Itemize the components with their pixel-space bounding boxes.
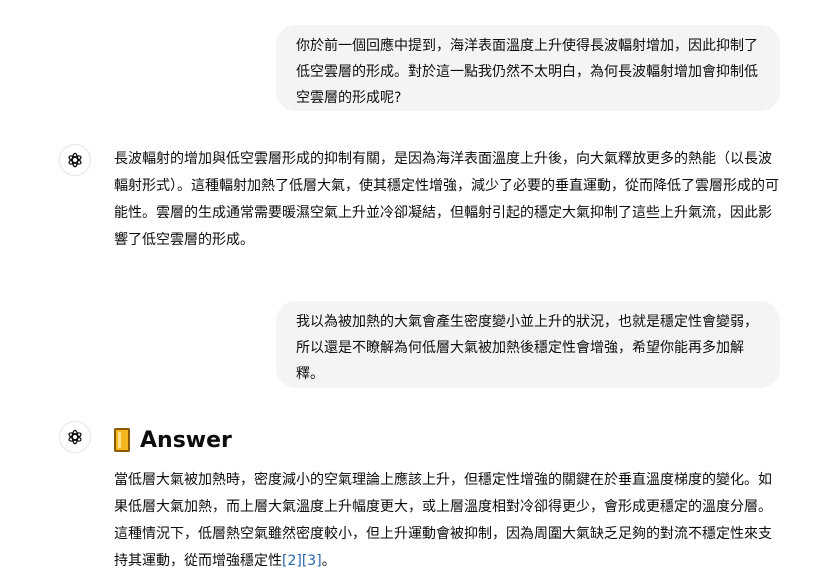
answer-heading: Answer bbox=[114, 422, 232, 458]
assistant-message-text: 當低層大氣被加熱時，密度減小的空氣理論上應該上升，但穩定性增強的關鍵在於垂直溫度… bbox=[114, 472, 772, 569]
assistant-avatar bbox=[59, 144, 91, 176]
citation-link[interactable]: [2] bbox=[282, 553, 302, 569]
openai-logo-icon bbox=[68, 152, 82, 168]
answer-heading-title: Answer bbox=[140, 427, 232, 453]
openai-logo-icon bbox=[68, 429, 82, 445]
yellow-book-icon bbox=[114, 428, 130, 452]
assistant-message: 長波輻射的增加與低空雲層形成的抑制有關，是因為海洋表面溫度上升後，向大氣釋放更多… bbox=[114, 146, 784, 254]
user-message-bubble: 你於前一個回應中提到，海洋表面溫度上升使得長波輻射增加，因此抑制了低空雲層的形成… bbox=[276, 25, 780, 111]
citation-link[interactable]: [3] bbox=[302, 553, 322, 569]
chat-page: 你於前一個回應中提到，海洋表面溫度上升使得長波輻射增加，因此抑制了低空雲層的形成… bbox=[0, 0, 821, 586]
assistant-avatar bbox=[59, 421, 91, 453]
user-message-text: 你於前一個回應中提到，海洋表面溫度上升使得長波輻射增加，因此抑制了低空雲層的形成… bbox=[296, 38, 758, 106]
assistant-message-text: 長波輻射的增加與低空雲層形成的抑制有關，是因為海洋表面溫度上升後，向大氣釋放更多… bbox=[114, 151, 779, 248]
sentence-end: 。 bbox=[321, 553, 336, 569]
assistant-message: 當低層大氣被加熱時，密度減小的空氣理論上應該上升，但穩定性增強的關鍵在於垂直溫度… bbox=[114, 467, 784, 575]
user-message-text: 我以為被加熱的大氣會產生密度變小並上升的狀況，也就是穩定性會變弱，所以還是不瞭解… bbox=[296, 314, 758, 382]
user-message-bubble: 我以為被加熱的大氣會產生密度變小並上升的狀況，也就是穩定性會變弱，所以還是不瞭解… bbox=[276, 301, 780, 388]
